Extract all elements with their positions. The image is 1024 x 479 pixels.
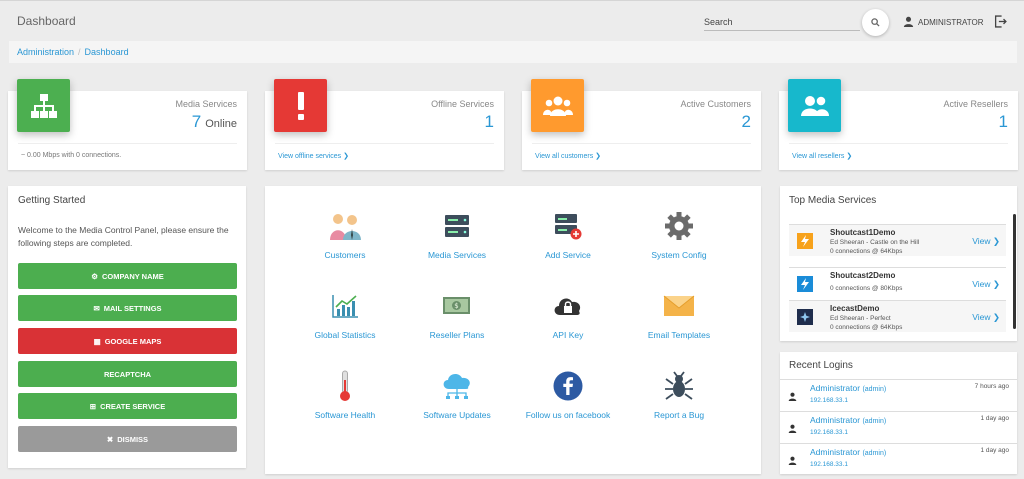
company-name-button[interactable]: ⚙ COMPANY NAME xyxy=(18,263,237,289)
shortcut-global-statistics[interactable]: Global Statistics xyxy=(285,288,405,340)
search-underline xyxy=(704,30,860,31)
shortcut-api-key[interactable]: API Key xyxy=(508,288,628,340)
view-offline-services-link[interactable]: View offline services ❯ xyxy=(278,152,349,160)
media-service-row: Shoutcast2Demo 0 connections @ 80Kbps Vi… xyxy=(789,267,1006,299)
gear-icon xyxy=(665,212,693,240)
user-group-icon xyxy=(788,79,841,132)
stat-label: Active Customers xyxy=(680,99,751,109)
search-icon xyxy=(871,18,880,27)
sitemap-icon xyxy=(17,79,70,132)
shoutcast-icon xyxy=(797,233,813,249)
search-input[interactable]: Search xyxy=(704,17,733,27)
sitemap-icon: ⊞ xyxy=(89,401,97,411)
view-link[interactable]: View ❯ xyxy=(972,312,1000,323)
user-icon xyxy=(788,456,797,465)
stat-label: Offline Services xyxy=(431,99,494,109)
stat-label: Media Services xyxy=(175,99,237,109)
bug-icon xyxy=(665,371,693,400)
recaptcha-button[interactable]: RECAPTCHA xyxy=(18,361,237,387)
map-icon: ▦ xyxy=(93,336,101,346)
users-icon xyxy=(531,79,584,132)
user-icon xyxy=(903,16,914,27)
shortcut-media-services[interactable]: Media Services xyxy=(397,208,517,260)
view-link[interactable]: View ❯ xyxy=(972,279,1000,290)
shortcut-add-service[interactable]: Add Service xyxy=(508,208,628,260)
user-menu[interactable]: ADMINISTRATOR xyxy=(918,18,983,27)
cloud-lock-icon xyxy=(554,298,581,315)
shortcut-software-health[interactable]: Software Health xyxy=(285,368,405,420)
stat-value: 1 xyxy=(484,112,494,131)
shortcut-system-config[interactable]: System Config xyxy=(619,208,739,260)
chart-icon xyxy=(332,295,358,318)
recent-logins-title: Recent Logins xyxy=(789,360,853,371)
create-service-button[interactable]: ⊞ CREATE SERVICE xyxy=(18,393,237,419)
login-row: Administrator (admin) 192.168.33.1 7 hou… xyxy=(780,379,1017,411)
shortcut-reseller-plans[interactable]: $ Reseller Plans xyxy=(397,288,517,340)
breadcrumb-dashboard[interactable]: Dashboard xyxy=(85,47,129,57)
add-server-icon xyxy=(555,214,582,240)
login-user-link[interactable]: Administrator (admin) xyxy=(810,415,886,425)
stat-value: 7 Online xyxy=(191,112,237,131)
login-row: Administrator (admin) 192.168.33.1 1 day… xyxy=(780,443,1017,474)
view-all-customers-link[interactable]: View all customers ❯ xyxy=(535,152,601,160)
login-user-link[interactable]: Administrator (admin) xyxy=(810,383,886,393)
media-service-row: IcecastDemo Ed Sheeran - Perfect 0 conne… xyxy=(789,300,1006,332)
getting-started-text: Welcome to the Media Control Panel, plea… xyxy=(18,225,229,248)
icecast-icon xyxy=(797,309,813,325)
login-row: Administrator (admin) 192.168.33.1 1 day… xyxy=(780,411,1017,443)
breadcrumb: Administration / Dashboard xyxy=(9,41,1017,63)
cogs-icon: ⚙ xyxy=(91,271,98,281)
logout-icon[interactable] xyxy=(994,15,1007,28)
view-all-resellers-link[interactable]: View all resellers ❯ xyxy=(792,152,852,160)
customers-icon xyxy=(330,214,361,240)
shortcut-facebook[interactable]: Follow us on facebook xyxy=(508,368,628,420)
money-icon: $ xyxy=(443,297,470,314)
page-title: Dashboard xyxy=(17,14,76,28)
recent-logins-panel: Recent Logins Administrator (admin) 192.… xyxy=(780,352,1017,474)
envelope-icon xyxy=(663,295,695,316)
top-media-services-title: Top Media Services xyxy=(789,195,877,206)
getting-started-panel: Getting Started Welcome to the Media Con… xyxy=(8,186,246,468)
view-link[interactable]: View ❯ xyxy=(972,236,1000,247)
stat-footer: ~ 0.00 Mbps with 0 connections. xyxy=(21,152,122,159)
google-maps-button[interactable]: ▦ GOOGLE MAPS xyxy=(18,328,237,354)
envelope-icon: ✉ xyxy=(93,303,100,313)
breadcrumb-administration[interactable]: Administration xyxy=(17,47,74,57)
shortcuts-panel: Customers Media Services Add Service Sys… xyxy=(265,186,761,474)
top-media-services-panel: Top Media Services Shoutcast1Demo Ed She… xyxy=(780,186,1017,341)
shortcut-report-bug[interactable]: Report a Bug xyxy=(619,368,739,420)
stat-value: 1 xyxy=(998,112,1008,131)
shortcut-customers[interactable]: Customers xyxy=(285,208,405,260)
svg-text:$: $ xyxy=(454,302,458,310)
dismiss-button[interactable]: ✖ DISMISS xyxy=(18,426,237,452)
user-icon xyxy=(788,392,797,401)
shoutcast-icon xyxy=(797,276,813,292)
cloud-network-icon xyxy=(443,374,470,399)
shortcut-email-templates[interactable]: Email Templates xyxy=(619,288,739,340)
facebook-icon xyxy=(553,371,583,401)
login-user-link[interactable]: Administrator (admin) xyxy=(810,447,886,457)
close-icon: ✖ xyxy=(106,434,114,444)
getting-started-title: Getting Started xyxy=(18,195,86,206)
stat-label: Active Resellers xyxy=(943,99,1008,109)
media-service-row: Shoutcast1Demo Ed Sheeran - Castle on th… xyxy=(789,224,1006,256)
shortcut-software-updates[interactable]: Software Updates xyxy=(397,368,517,420)
user-icon xyxy=(788,424,797,433)
scrollbar[interactable] xyxy=(1013,214,1016,329)
server-icon xyxy=(445,215,469,237)
mail-settings-button[interactable]: ✉ MAIL SETTINGS xyxy=(18,295,237,321)
stat-value: 2 xyxy=(741,112,751,131)
search-button[interactable] xyxy=(862,9,889,36)
thermometer-icon xyxy=(340,370,350,401)
exclamation-icon xyxy=(274,79,327,132)
